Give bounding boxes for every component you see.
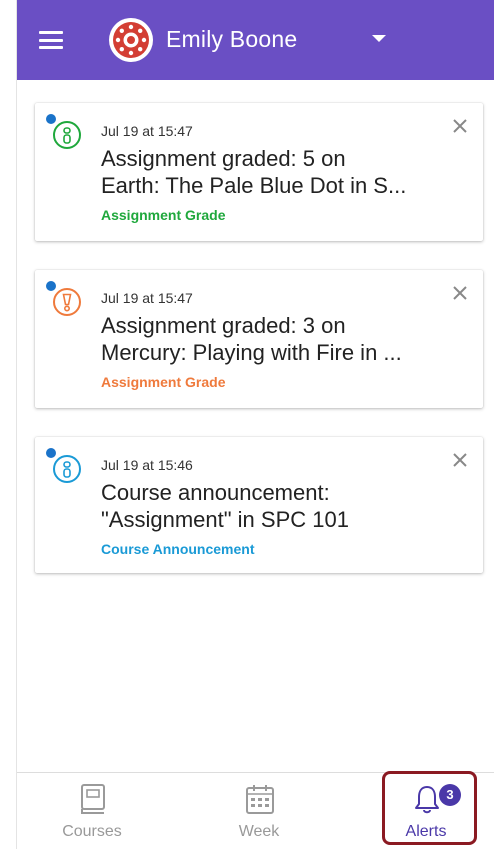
alert-date: Jul 19 at 15:47: [101, 290, 193, 306]
hamburger-icon[interactable]: [39, 31, 63, 49]
alert-type: Course Announcement: [101, 541, 255, 557]
warning-icon: [51, 286, 83, 318]
alert-title: Assignment graded: 5 on Earth: The Pale …: [101, 146, 407, 198]
caret-down-icon[interactable]: [372, 35, 386, 42]
calendar-icon: [245, 783, 275, 815]
alerts-highlight-box: [382, 771, 477, 845]
info-icon: [51, 453, 83, 485]
alert-card[interactable]: Jul 19 at 15:46 Course announcement: "As…: [35, 437, 483, 573]
app-header: Emily Boone: [17, 0, 494, 80]
alert-card[interactable]: Jul 19 at 15:47 Assignment graded: 5 on …: [35, 103, 483, 241]
user-name[interactable]: Emily Boone: [166, 26, 297, 53]
alert-title: Course announcement: "Assignment" in SPC…: [101, 480, 349, 532]
alert-title: Assignment graded: 3 on Mercury: Playing…: [101, 313, 402, 365]
alert-type: Assignment Grade: [101, 207, 226, 223]
alert-type: Assignment Grade: [101, 374, 226, 390]
alert-date: Jul 19 at 15:47: [101, 123, 193, 139]
info-icon: [51, 119, 83, 151]
canvas-logo-icon: [109, 18, 153, 62]
alert-card[interactable]: Jul 19 at 15:47 Assignment graded: 3 on …: [35, 270, 483, 408]
nav-courses[interactable]: Courses: [32, 773, 152, 850]
app-frame: Emily Boone Jul 19 at 15:47 Assignment g…: [16, 0, 494, 850]
nav-week[interactable]: Week: [199, 773, 319, 850]
nav-label: Week: [238, 823, 280, 840]
book-icon: [78, 783, 108, 815]
alert-date: Jul 19 at 15:46: [101, 457, 193, 473]
close-icon[interactable]: [451, 117, 469, 135]
close-icon[interactable]: [451, 451, 469, 469]
close-icon[interactable]: [451, 284, 469, 302]
nav-label: Courses: [62, 823, 122, 840]
